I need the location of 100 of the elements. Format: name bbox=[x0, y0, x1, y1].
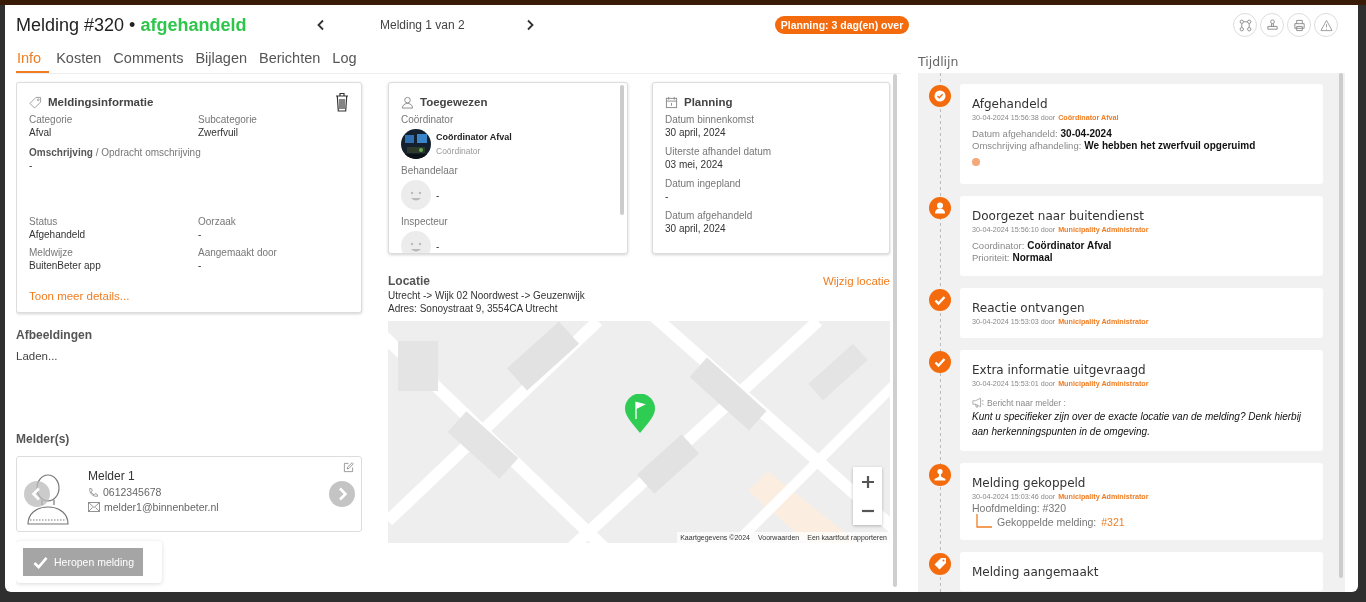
event-title: Reactie ontvangen bbox=[972, 301, 1086, 315]
field-label: Coördinator bbox=[401, 114, 455, 126]
field-label: Subcategorie bbox=[198, 114, 258, 126]
avatar-icon bbox=[401, 231, 431, 253]
person-stamp-icon bbox=[1265, 18, 1279, 32]
assignee-name: Coördinator Afval bbox=[436, 132, 512, 142]
field-value: - bbox=[198, 228, 203, 241]
field-label: Oorzaak bbox=[198, 216, 237, 228]
detail-label: Omschrijving afhandeling: bbox=[972, 140, 1082, 151]
scrollbar[interactable] bbox=[1339, 73, 1343, 578]
event-title: Melding gekoppeld bbox=[972, 476, 1087, 490]
section-title: Locatie bbox=[388, 274, 430, 288]
check-icon bbox=[33, 555, 48, 569]
corner-icon bbox=[976, 514, 992, 528]
tab[interactable]: Comments bbox=[112, 45, 189, 73]
dialog-title: Melding #320 • bbox=[16, 14, 136, 36]
field-label: Datum binnenkomst bbox=[665, 114, 755, 126]
detail-value: 30-04-2024 bbox=[1060, 128, 1112, 139]
user-icon bbox=[401, 95, 414, 109]
plus-icon[interactable] bbox=[860, 474, 875, 489]
email-address: melder1@binnenbeter.nl bbox=[104, 501, 219, 513]
message-label: Bericht naar melder : bbox=[987, 397, 1066, 408]
reporter-name: Melder 1 bbox=[88, 469, 136, 483]
tab[interactable]: Berichten bbox=[258, 45, 326, 73]
check-circle-icon bbox=[929, 85, 951, 107]
loading-text: Laden... bbox=[16, 350, 59, 362]
phone-number: 0612345678 bbox=[103, 486, 162, 498]
check-icon bbox=[929, 351, 951, 373]
details-link[interactable]: Toon meer details... bbox=[29, 290, 349, 302]
scrollbar[interactable] bbox=[620, 85, 624, 215]
print-icon bbox=[1292, 18, 1306, 32]
assignee-role: Coördinator bbox=[436, 146, 482, 156]
assignee-name: - bbox=[436, 189, 440, 201]
avatar-icon bbox=[26, 473, 70, 525]
main-report-text: Hoofdmelding: #320 bbox=[972, 502, 1067, 514]
field-value: 30 april, 2024 bbox=[665, 222, 727, 235]
detail-label: Datum afgehandeld: bbox=[972, 128, 1058, 139]
person-stamp-icon bbox=[929, 464, 951, 486]
avatar-icon bbox=[401, 180, 431, 210]
detail-label: Coordinator: bbox=[972, 240, 1025, 251]
linked-report-label: Gekoppelde melding: bbox=[997, 516, 1097, 528]
section-title: Tijdlijn bbox=[918, 53, 960, 71]
minus-icon[interactable] bbox=[860, 508, 875, 513]
delete-button[interactable] bbox=[335, 91, 349, 115]
person-icon bbox=[929, 197, 951, 219]
calendar-icon bbox=[665, 95, 678, 109]
next-button[interactable] bbox=[329, 481, 355, 507]
detail-value: We hebben het zwerfvuil opgeruimd bbox=[1084, 140, 1256, 151]
field-value: - bbox=[29, 159, 34, 172]
field-value: 03 mei, 2024 bbox=[665, 158, 724, 171]
field-label: Meldwijze bbox=[29, 247, 74, 259]
check-icon bbox=[929, 289, 951, 311]
tab[interactable]: Kosten bbox=[55, 45, 107, 73]
detail-label: Prioriteit: bbox=[972, 252, 1010, 263]
field-label: Datum ingepland bbox=[665, 178, 742, 190]
event-title: Extra informatie uitgevraagd bbox=[972, 363, 1147, 377]
phone-icon bbox=[88, 486, 99, 498]
field-value: Afval bbox=[29, 126, 53, 139]
field-label: Categorie bbox=[29, 114, 74, 126]
field-label: Omschrijving / Opdracht omschrijving bbox=[29, 147, 202, 159]
mail-icon bbox=[88, 502, 100, 512]
field-value: Afgehandeld bbox=[29, 228, 87, 241]
linked-report-link[interactable]: #321 bbox=[1101, 516, 1125, 528]
map-pin-icon bbox=[625, 394, 655, 434]
trash-icon bbox=[335, 91, 349, 112]
field-label: Status bbox=[29, 216, 59, 228]
field-label: Inspecteur bbox=[401, 216, 449, 228]
section-title: Afbeeldingen bbox=[16, 328, 93, 342]
tab[interactable]: Info bbox=[16, 45, 50, 73]
field-value: - bbox=[665, 190, 670, 203]
field-label: Aangemaakt door bbox=[198, 247, 278, 259]
tag-icon bbox=[929, 553, 951, 575]
card-title: Planning bbox=[684, 96, 733, 108]
planning-badge: Planning: 3 dag(en) over bbox=[774, 16, 910, 34]
field-value: 30 april, 2024 bbox=[665, 126, 727, 139]
megaphone-icon bbox=[972, 397, 984, 408]
field-label: Datum afgehandeld bbox=[665, 210, 754, 222]
address-text: Adres: Sonoystraat 9, 3554CA Utrecht bbox=[388, 303, 559, 314]
detail-value: Coördinator Afval bbox=[1027, 240, 1112, 251]
field-value: - bbox=[198, 259, 203, 272]
card-title: Meldingsinformatie bbox=[48, 96, 154, 108]
route-icon bbox=[1238, 18, 1252, 32]
card-title: Toegewezen bbox=[420, 96, 488, 108]
field-label: Behandelaar bbox=[401, 165, 459, 177]
reopen-button[interactable]: Heropen melding bbox=[23, 548, 143, 576]
field-label: Uiterste afhandel datum bbox=[665, 146, 773, 158]
event-title: Melding aangemaakt bbox=[972, 565, 1100, 579]
tab[interactable]: Bijlagen bbox=[194, 45, 253, 73]
previous-button[interactable] bbox=[24, 481, 50, 507]
change-location-link[interactable]: Wijzig locatie bbox=[822, 275, 890, 287]
pager-text: Melding 1 van 2 bbox=[380, 18, 465, 32]
tab[interactable]: Log bbox=[331, 45, 362, 73]
edit-button[interactable] bbox=[343, 461, 354, 472]
field-value: Zwerfvuil bbox=[198, 126, 239, 139]
assignee-name: - bbox=[436, 240, 440, 252]
field-value: BuitenBeter app bbox=[29, 259, 102, 272]
scrollbar[interactable] bbox=[893, 74, 897, 587]
location-path: Utrecht -> Wijk 02 Noordwest -> Geuzenwijk bbox=[388, 290, 586, 301]
warning-icon bbox=[1319, 18, 1333, 32]
event-title: Afgehandeld bbox=[972, 97, 1049, 111]
